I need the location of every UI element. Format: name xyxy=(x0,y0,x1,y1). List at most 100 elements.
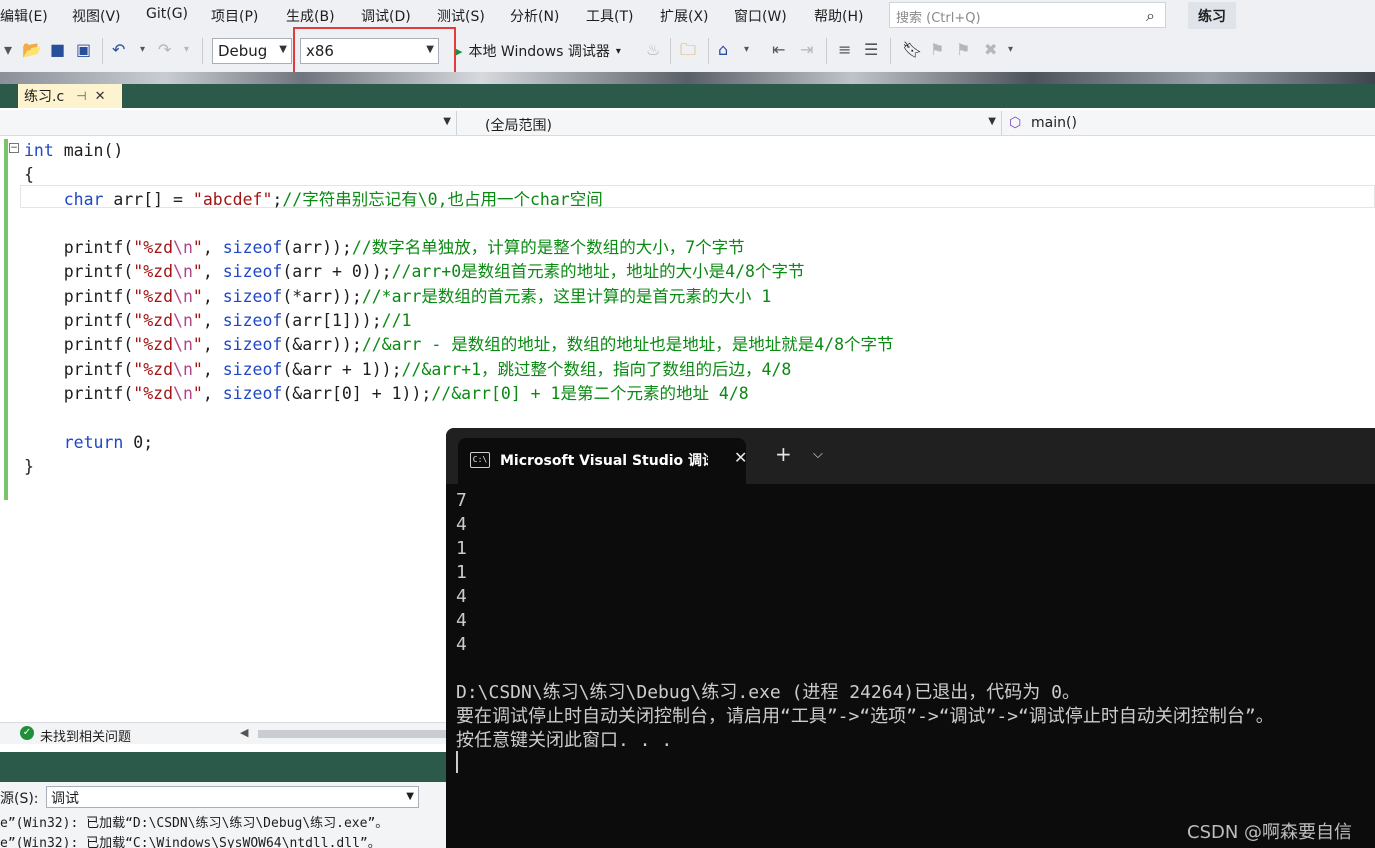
console-line: 7 xyxy=(456,490,467,511)
save-icon[interactable]: ■ xyxy=(50,40,65,60)
bookmark-icon[interactable]: 🔖︎ xyxy=(902,40,922,60)
tab-file[interactable]: 练习.c ⊣ ✕ xyxy=(18,84,122,108)
comment-lines-icon[interactable]: ≡ xyxy=(838,40,851,60)
toolbar: ▾ 📂 ■ ▣ ↶ ▾ ↷ ▾ Debug ▼ x86 ▼ ▶ 本地 Windo… xyxy=(0,30,1375,72)
code-line: printf("%zd\n", sizeof(*arr));//*arr是数组的… xyxy=(24,286,772,306)
menu-item[interactable]: 项目(P) xyxy=(211,6,258,26)
scroll-left-icon[interactable]: ◀ xyxy=(240,726,248,739)
editor-status-bar: ✓ 未找到相关问题 ◀ xyxy=(0,722,446,745)
menu-item[interactable]: 编辑(E) xyxy=(0,6,48,26)
output-line: e”(Win32): 已加载“C:\Windows\SysWOW64\ntdll… xyxy=(0,836,381,848)
code-line: printf("%zd\n", sizeof(&arr + 1));//&arr… xyxy=(24,359,792,379)
global-scope-select[interactable]: (全局范围) ▼ xyxy=(461,111,1002,135)
console-output[interactable]: 7 4 1 1 4 4 4 D:\CSDN\练习\练习\Debug\练习.exe… xyxy=(456,489,1274,753)
step-out-icon[interactable]: ⇥ xyxy=(800,40,813,60)
function-select[interactable]: ⬡ main() xyxy=(1005,111,1375,135)
console-tab[interactable]: C:\ Microsoft Visual Studio 调试控制台 ✕ xyxy=(458,438,747,484)
undo-icon[interactable]: ↶ xyxy=(112,40,125,60)
console-line: 4 xyxy=(456,610,467,631)
menu-item[interactable]: 视图(V) xyxy=(72,6,121,26)
redo-dropdown-icon[interactable]: ▾ xyxy=(184,40,189,60)
output-source-value: 调试 xyxy=(51,791,79,807)
search-icon[interactable]: ⌕ xyxy=(1146,6,1155,26)
open-folder-icon[interactable]: 📂 xyxy=(22,40,42,60)
collapse-icon[interactable]: − xyxy=(9,143,19,153)
console-line: 4 xyxy=(456,514,467,535)
menu-item[interactable]: 调试(D) xyxy=(361,6,411,26)
home-icon[interactable]: ⌂ xyxy=(718,40,728,60)
find-in-files-icon[interactable]: 🗀 xyxy=(680,40,696,60)
toolbar-separator xyxy=(670,38,671,64)
console-line: 4 xyxy=(456,634,467,655)
toolbar-separator xyxy=(102,38,103,64)
console-tab-title: Microsoft Visual Studio 调试控制台 xyxy=(500,453,708,469)
next-bookmark-icon[interactable]: ⚑ xyxy=(956,40,970,60)
new-tab-icon[interactable]: + xyxy=(775,444,792,464)
previous-bookmark-icon[interactable]: ⚑ xyxy=(930,40,944,60)
code-line: printf("%zd\n", sizeof(arr[1]));//1 xyxy=(24,311,412,331)
clear-bookmarks-icon[interactable]: ✖ xyxy=(984,40,997,60)
menu-item[interactable]: 生成(B) xyxy=(286,6,335,26)
uncomment-lines-icon[interactable]: ☰ xyxy=(864,40,878,60)
code-line: printf("%zd\n", sizeof(arr));//数字名单独放，计算… xyxy=(24,238,745,258)
close-icon[interactable]: ✕ xyxy=(95,89,106,104)
chevron-left-icon[interactable]: ▾ xyxy=(4,40,12,60)
global-scope-value: (全局范围) xyxy=(485,118,552,134)
chevron-down-icon: ▼ xyxy=(988,116,996,127)
toolbar-separator xyxy=(890,38,891,64)
tab-file-label: 练习.c xyxy=(24,89,65,105)
menu-item[interactable]: 窗口(W) xyxy=(734,6,787,26)
start-debugging-button[interactable]: ▶ 本地 Windows 调试器 ▾ xyxy=(454,38,621,64)
code-line: int main() xyxy=(24,141,124,160)
close-icon[interactable]: ✕ xyxy=(734,448,747,467)
code-line: char arr[] = "abcdef";//字符串别忘记有\0,也占用一个c… xyxy=(63,189,603,209)
step-into-icon[interactable]: ⇤ xyxy=(772,40,785,60)
terminal-icon: C:\ xyxy=(470,452,490,468)
output-source-select[interactable]: 调试 ▼ xyxy=(46,786,419,808)
solution-name-badge[interactable]: 练习 xyxy=(1188,2,1236,29)
debug-console-window[interactable]: C:\ Microsoft Visual Studio 调试控制台 ✕ + ⌵ … xyxy=(446,428,1375,848)
function-cube-icon: ⬡ xyxy=(1009,115,1022,131)
chevron-down-icon: ▼ xyxy=(443,116,451,127)
menu-item[interactable]: 扩展(X) xyxy=(660,6,709,26)
chevron-down-icon: ▼ xyxy=(406,791,414,802)
console-line: 1 xyxy=(456,538,467,559)
configuration-select[interactable]: Debug ▼ xyxy=(212,38,292,64)
search-input[interactable]: 搜索 (Ctrl+Q) ⌕ xyxy=(889,2,1166,28)
undo-dropdown-icon[interactable]: ▾ xyxy=(140,40,145,60)
console-line: 按任意键关闭此窗口. . . xyxy=(456,730,673,751)
menu-item[interactable]: 测试(S) xyxy=(437,6,485,26)
chevron-down-icon[interactable]: ⌵ xyxy=(813,447,823,462)
toolbar-separator xyxy=(708,38,709,64)
function-value: main() xyxy=(1031,115,1077,131)
menu-item[interactable]: 工具(T) xyxy=(586,6,633,26)
code-line: printf("%zd\n", sizeof(&arr[0] + 1));//&… xyxy=(24,383,749,403)
menu-item[interactable]: 分析(N) xyxy=(510,6,559,26)
check-circle-icon: ✓ xyxy=(20,726,34,740)
configuration-value: Debug xyxy=(218,42,268,60)
navigation-bar: ▼ (全局范围) ▼ ⬡ main() xyxy=(0,110,1375,136)
menu-item[interactable]: 帮助(H) xyxy=(814,6,863,26)
menu-bar: 编辑(E) 视图(V) Git(G) 项目(P) 生成(B) 调试(D) 测试(S) 分析(N… xyxy=(0,0,1375,30)
console-cursor xyxy=(456,751,458,773)
watermark: CSDN @啊森要自信 xyxy=(1187,822,1353,843)
project-scope-select[interactable]: ▼ xyxy=(0,111,457,135)
document-tab-strip: 练习.c ⊣ ✕ xyxy=(0,84,1375,108)
code-line: printf("%zd\n", sizeof(arr + 0));//arr+0… xyxy=(24,262,805,282)
overflow-dropdown-icon[interactable]: ▾ xyxy=(744,40,749,60)
output-panel: 源(S): 调试 ▼ e”(Win32): 已加载“D:\CSDN\练习\练习\… xyxy=(0,782,446,848)
redo-icon[interactable]: ↷ xyxy=(158,40,171,60)
menu-item[interactable]: Git(G) xyxy=(146,6,188,22)
code-line: printf("%zd\n", sizeof(&arr));//&arr - 是… xyxy=(24,335,894,355)
save-all-icon[interactable]: ▣ xyxy=(76,40,91,60)
issues-status-text[interactable]: 未找到相关问题 xyxy=(40,726,131,745)
horizontal-scrollbar[interactable] xyxy=(258,730,446,738)
hot-reload-icon[interactable]: ♨ xyxy=(646,40,660,60)
change-tracking-bar xyxy=(4,139,8,500)
pin-icon[interactable]: ⊣ xyxy=(76,89,86,103)
console-line: 要在调试停止时自动关闭控制台，请启用“工具”->“选项”->“调试”->“调试停… xyxy=(456,706,1274,727)
overflow-dropdown-icon[interactable]: ▾ xyxy=(1008,40,1013,60)
output-line: e”(Win32): 已加载“D:\CSDN\练习\练习\Debug\练习.ex… xyxy=(0,816,389,831)
